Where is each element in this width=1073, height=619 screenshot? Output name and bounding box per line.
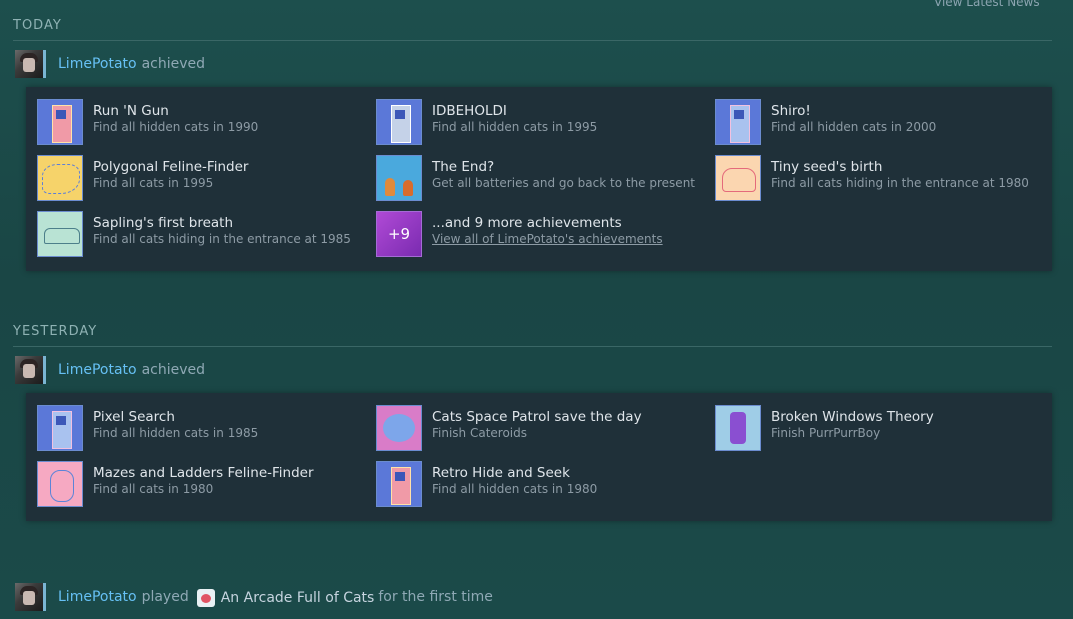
achievement-desc: Find all hidden cats in 2000 bbox=[771, 120, 937, 134]
achievement-desc: Get all batteries and go back to the pre… bbox=[432, 176, 695, 190]
achievement-name: Broken Windows Theory bbox=[771, 409, 934, 425]
car-icon bbox=[37, 211, 83, 257]
achievements-box: Run 'N Gun Find all hidden cats in 1990 … bbox=[26, 87, 1052, 271]
map-icon bbox=[37, 155, 83, 201]
achievement-desc: Find all cats in 1980 bbox=[93, 482, 214, 496]
activity-verb: played bbox=[141, 589, 189, 605]
view-all-achievements-link[interactable]: View all of LimePotato's achievements bbox=[432, 232, 663, 246]
achievement-name: Tiny seed's birth bbox=[771, 159, 883, 175]
achievement-name: The End? bbox=[432, 159, 495, 175]
achievement-name: Polygonal Feline-Finder bbox=[93, 159, 249, 175]
activity-user-line: LimePotato achieved bbox=[13, 353, 1052, 387]
achievement-name: IDBEHOLDI bbox=[432, 103, 507, 119]
activity-section-today: TODAY LimePotato achieved Run 'N Gun Fin… bbox=[13, 18, 1052, 271]
username-link[interactable]: LimePotato bbox=[58, 589, 137, 605]
username-link[interactable]: LimePotato bbox=[58, 362, 137, 378]
achievement-desc: Find all hidden cats in 1980 bbox=[432, 482, 598, 496]
achievement-item[interactable]: Retro Hide and Seek Find all hidden cats… bbox=[376, 461, 715, 509]
arcade-cabinet-icon bbox=[37, 405, 83, 451]
achievement-desc: Find all cats in 1995 bbox=[93, 176, 214, 190]
space-icon bbox=[376, 405, 422, 451]
achievement-item[interactable]: Run 'N Gun Find all hidden cats in 1990 bbox=[37, 99, 376, 147]
achievement-name: Mazes and Ladders Feline-Finder bbox=[93, 465, 314, 481]
activity-verb: achieved bbox=[141, 362, 206, 378]
achievement-desc: Find all hidden cats in 1990 bbox=[93, 120, 259, 134]
activity-section-yesterday: YESTERDAY LimePotato achieved Pixel Sear… bbox=[13, 324, 1052, 521]
date-header: YESTERDAY bbox=[13, 324, 1052, 347]
date-header: TODAY bbox=[13, 18, 1052, 41]
view-latest-news-link[interactable]: View Latest News bbox=[934, 0, 1040, 9]
avatar[interactable] bbox=[15, 583, 46, 611]
more-achievements-item: +9 ...and 9 more achievements View all o… bbox=[376, 211, 715, 259]
game-icon bbox=[196, 588, 215, 607]
activity-verb: achieved bbox=[141, 56, 206, 72]
played-activity: LimePotato played An Arcade Full of Cats… bbox=[13, 574, 1052, 614]
arcade-cabinet-icon bbox=[37, 99, 83, 145]
achievement-name: Shiro! bbox=[771, 103, 811, 119]
achievement-desc: Find all hidden cats in 1985 bbox=[93, 426, 259, 440]
achievement-item[interactable]: Broken Windows Theory Finish PurrPurrBoy bbox=[715, 405, 1054, 453]
played-suffix: for the first time bbox=[378, 589, 493, 605]
achievement-item[interactable]: Mazes and Ladders Feline-Finder Find all… bbox=[37, 461, 376, 509]
achievement-name: Cats Space Patrol save the day bbox=[432, 409, 642, 425]
achievement-item[interactable]: Sapling's first breath Find all cats hid… bbox=[37, 211, 376, 259]
game-name[interactable]: An Arcade Full of Cats bbox=[221, 590, 375, 606]
achievement-name: Sapling's first breath bbox=[93, 215, 233, 231]
achievement-name: Run 'N Gun bbox=[93, 103, 169, 119]
achievement-name: Pixel Search bbox=[93, 409, 175, 425]
achievement-item[interactable]: The End? Get all batteries and go back t… bbox=[376, 155, 715, 203]
cats-car-icon bbox=[376, 155, 422, 201]
achievement-desc: Finish PurrPurrBoy bbox=[771, 426, 881, 440]
achievement-desc: Finish Cateroids bbox=[432, 426, 528, 440]
achievement-item[interactable]: IDBEHOLDI Find all hidden cats in 1995 bbox=[376, 99, 715, 147]
username-link[interactable]: LimePotato bbox=[58, 56, 137, 72]
game-link[interactable]: An Arcade Full of Cats bbox=[196, 587, 375, 607]
arcade-cabinet-icon bbox=[715, 99, 761, 145]
arcade-cabinet-icon bbox=[376, 99, 422, 145]
achievements-box: Pixel Search Find all hidden cats in 198… bbox=[26, 393, 1052, 521]
avatar[interactable] bbox=[15, 356, 46, 384]
cat-map-icon bbox=[37, 461, 83, 507]
activity-user-line: LimePotato achieved bbox=[13, 47, 1052, 81]
achievement-name: Retro Hide and Seek bbox=[432, 465, 570, 481]
achievement-item[interactable]: Tiny seed's birth Find all cats hiding i… bbox=[715, 155, 1054, 203]
achievement-desc: Find all cats hiding in the entrance at … bbox=[771, 176, 1029, 190]
avatar[interactable] bbox=[15, 50, 46, 78]
achievement-item[interactable]: Pixel Search Find all hidden cats in 198… bbox=[37, 405, 376, 453]
more-achievements-badge[interactable]: +9 bbox=[376, 211, 422, 257]
arcade-cabinet-icon bbox=[376, 461, 422, 507]
activity-user-line: LimePotato played An Arcade Full of Cats… bbox=[13, 580, 1052, 614]
achievement-item[interactable]: Shiro! Find all hidden cats in 2000 bbox=[715, 99, 1054, 147]
achievement-item[interactable]: Polygonal Feline-Finder Find all cats in… bbox=[37, 155, 376, 203]
achievement-item[interactable]: Cats Space Patrol save the day Finish Ca… bbox=[376, 405, 715, 453]
character-icon bbox=[715, 405, 761, 451]
van-icon bbox=[715, 155, 761, 201]
achievement-desc: Find all hidden cats in 1995 bbox=[432, 120, 598, 134]
achievement-desc: Find all cats hiding in the entrance at … bbox=[93, 232, 351, 246]
more-achievements-label: ...and 9 more achievements bbox=[432, 215, 622, 231]
